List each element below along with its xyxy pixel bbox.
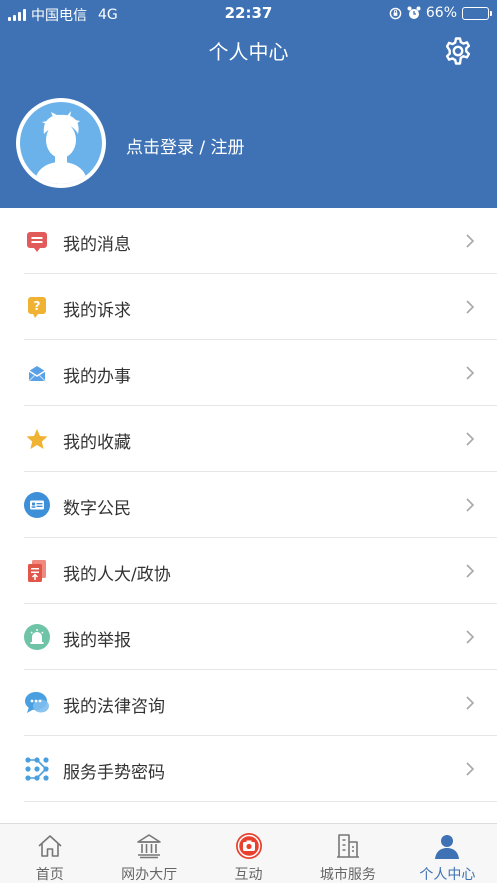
tab-label: 城市服务 bbox=[319, 867, 376, 883]
message-icon bbox=[27, 232, 47, 252]
menu-item-npc-cppcc[interactable]: 我的人大/政协 bbox=[0, 538, 497, 604]
menu-item-legal-consulting[interactable]: 我的法律咨询 bbox=[0, 670, 497, 736]
menu-list: 我的消息 ? 我的诉求 我的办事 我的收藏 数字公民 我的人大/政协 我的举报 bbox=[0, 208, 497, 802]
tab-label: 互动 bbox=[234, 867, 263, 883]
gesture-icon bbox=[25, 757, 49, 781]
menu-item-label: 数字公民 bbox=[63, 499, 131, 519]
tab-home[interactable]: 首页 bbox=[0, 824, 99, 883]
menu-item-gesture-password[interactable]: 服务手势密码 bbox=[0, 736, 497, 802]
profile-header: 中国电信 4G 22:37 66% 个人中心 点击登录 / 注册 bbox=[0, 0, 497, 208]
menu-item-label: 我的办事 bbox=[63, 367, 131, 387]
chevron-right-icon bbox=[466, 696, 475, 710]
tab-label: 个人中心 bbox=[419, 867, 476, 883]
chevron-right-icon bbox=[466, 762, 475, 776]
building-icon bbox=[137, 834, 161, 859]
camera-icon bbox=[235, 833, 262, 859]
question-icon: ? bbox=[28, 297, 46, 318]
menu-item-label: 服务手势密码 bbox=[63, 763, 165, 783]
menu-item-affairs[interactable]: 我的办事 bbox=[0, 340, 497, 406]
menu-item-label: 我的举报 bbox=[63, 631, 131, 651]
divider bbox=[24, 801, 497, 802]
chevron-right-icon bbox=[466, 630, 475, 644]
id-card-icon bbox=[24, 492, 50, 518]
menu-item-label: 我的人大/政协 bbox=[63, 565, 171, 585]
menu-item-messages[interactable]: 我的消息 bbox=[0, 208, 497, 274]
orientation-lock-icon bbox=[389, 7, 402, 19]
alarm-icon bbox=[24, 624, 50, 650]
tab-bar: 首页 网办大厅 互动 城市服务 个人中心 bbox=[0, 823, 497, 883]
menu-item-label: 我的法律咨询 bbox=[63, 697, 165, 717]
avatar[interactable] bbox=[16, 98, 106, 188]
menu-item-label: 我的收藏 bbox=[63, 433, 131, 453]
chevron-right-icon bbox=[466, 366, 475, 380]
tab-online-hall[interactable]: 网办大厅 bbox=[99, 824, 198, 883]
status-bar: 中国电信 4G 22:37 66% bbox=[0, 0, 497, 26]
menu-item-appeals[interactable]: ? 我的诉求 bbox=[0, 274, 497, 340]
chevron-right-icon bbox=[466, 498, 475, 512]
page-title: 个人中心 bbox=[208, 40, 289, 64]
menu-item-favorites[interactable]: 我的收藏 bbox=[0, 406, 497, 472]
envelope-icon bbox=[28, 366, 46, 382]
tab-label: 首页 bbox=[35, 867, 64, 883]
city-icon bbox=[336, 834, 359, 858]
tab-interaction[interactable]: 互动 bbox=[199, 824, 298, 883]
battery-icon bbox=[462, 6, 492, 20]
chevron-right-icon bbox=[466, 300, 475, 314]
star-icon bbox=[26, 429, 48, 449]
menu-item-reports[interactable]: 我的举报 bbox=[0, 604, 497, 670]
gear-icon[interactable] bbox=[443, 36, 473, 66]
home-icon bbox=[38, 835, 62, 857]
chat-icon bbox=[25, 692, 49, 713]
menu-item-digital-citizen[interactable]: 数字公民 bbox=[0, 472, 497, 538]
login-register-link[interactable]: 点击登录 / 注册 bbox=[126, 133, 245, 158]
tab-city-services[interactable]: 城市服务 bbox=[298, 824, 397, 883]
default-avatar-icon bbox=[34, 111, 88, 184]
chevron-right-icon bbox=[466, 564, 475, 578]
svg-text:?: ? bbox=[34, 299, 41, 313]
tab-personal-center[interactable]: 个人中心 bbox=[398, 824, 497, 883]
chevron-right-icon bbox=[466, 432, 475, 446]
document-icon bbox=[28, 560, 46, 582]
battery-percent: 66% bbox=[425, 5, 457, 21]
person-icon bbox=[435, 835, 460, 859]
alarm-clock-icon bbox=[407, 6, 421, 19]
menu-item-label: 我的诉求 bbox=[63, 301, 131, 321]
chevron-right-icon bbox=[466, 234, 475, 248]
tab-label: 网办大厅 bbox=[121, 867, 178, 883]
menu-item-label: 我的消息 bbox=[63, 235, 131, 255]
